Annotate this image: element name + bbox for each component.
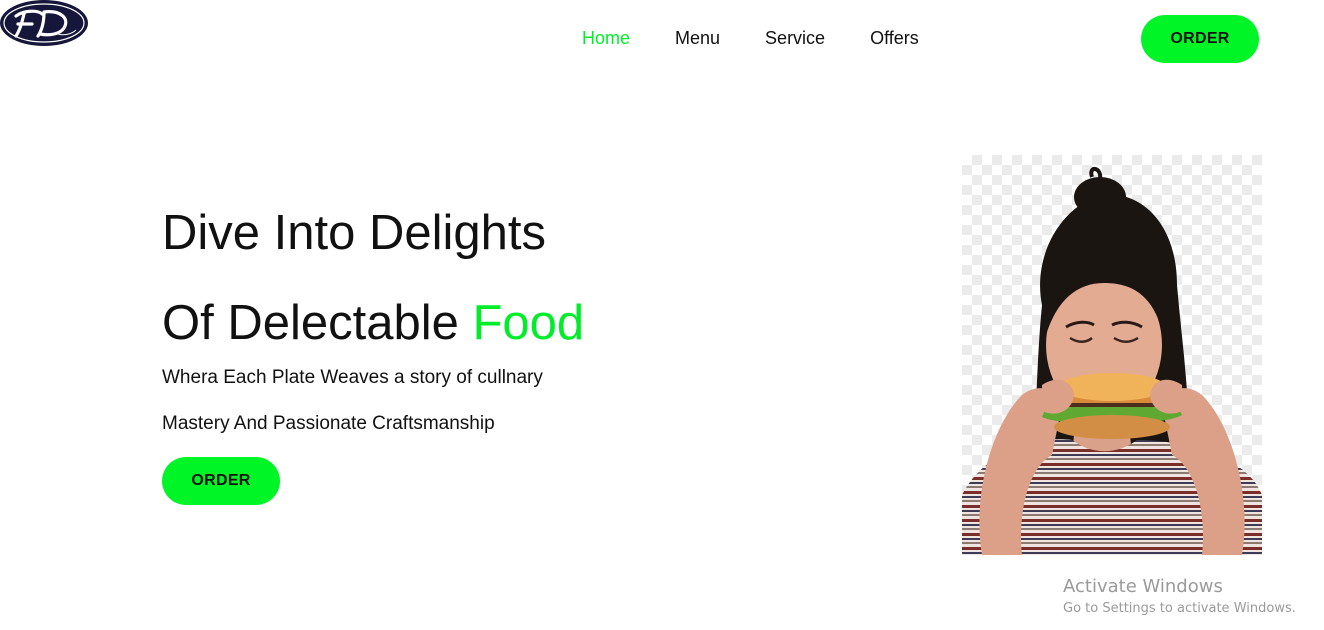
hero-subtitle-line-1: Whera Each Plate Weaves a story of culln… xyxy=(162,367,543,388)
nav-link-home[interactable]: Home xyxy=(582,26,630,50)
woman-eating-burger-image xyxy=(962,167,1262,555)
nav-link-service[interactable]: Service xyxy=(765,26,825,50)
main-nav: Home Menu Service Offers xyxy=(582,26,919,50)
page: Home Menu Service Offers ORDER Dive Into… xyxy=(0,0,1324,630)
nav-link-menu[interactable]: Menu xyxy=(675,26,720,50)
nav-link-offers[interactable]: Offers xyxy=(870,26,919,50)
brand-logo[interactable] xyxy=(0,0,90,48)
watermark-title: Activate Windows xyxy=(1063,576,1223,597)
watermark-subtitle: Go to Settings to activate Windows. xyxy=(1063,601,1296,616)
hero-title-line-2: Of Delectable Food xyxy=(162,295,584,351)
header-order-button[interactable]: ORDER xyxy=(1141,15,1259,63)
hero-title-prefix: Of Delectable xyxy=(162,296,473,350)
hero-title-line-1: Dive Into Delights xyxy=(162,206,547,260)
hero-image xyxy=(962,155,1262,555)
hero-title-accent: Food xyxy=(472,296,585,350)
hero-order-button[interactable]: ORDER xyxy=(162,457,280,505)
activate-windows-watermark: Activate Windows Go to Settings to activ… xyxy=(1063,576,1296,618)
fd-monogram-logo-icon xyxy=(0,0,88,46)
hero-subtitle-line-2: Mastery And Passionate Craftsmanship xyxy=(162,413,495,434)
